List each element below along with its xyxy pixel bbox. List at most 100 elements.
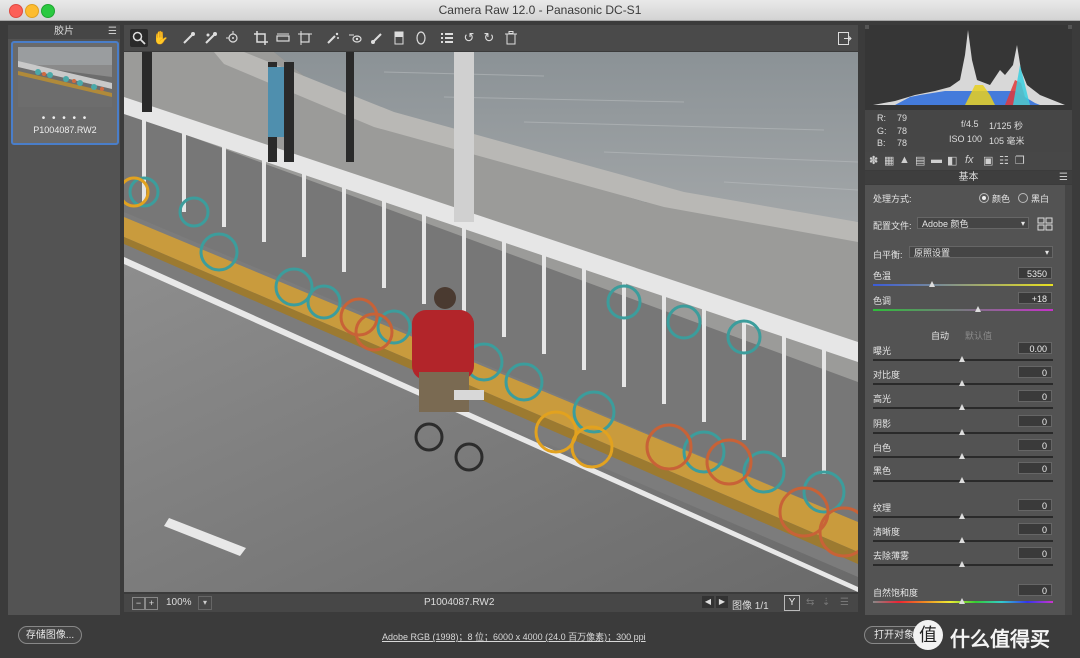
contrast-label: 对比度 <box>873 370 901 380</box>
thumbnail-rating[interactable]: • • • • • <box>13 113 117 124</box>
shutter-value: 1/125 秒 <box>989 121 1024 131</box>
hsl-tab-icon[interactable]: ▤ <box>915 154 925 167</box>
highlights-label: 高光 <box>873 394 892 404</box>
tint-value[interactable]: +18 <box>1018 292 1052 304</box>
profile-value: Adobe 颜色 <box>922 219 969 229</box>
effects-tab-icon[interactable]: fx <box>965 154 974 166</box>
spot-removal-icon[interactable] <box>324 29 342 47</box>
filmstrip-menu-icon[interactable]: ☰ <box>108 25 117 39</box>
clarity-slider-thumb[interactable] <box>959 537 965 543</box>
temperature-value[interactable]: 5350 <box>1018 267 1052 279</box>
adjustment-brush-icon[interactable] <box>368 29 386 47</box>
image-preview[interactable] <box>124 52 858 592</box>
rotate-right-icon[interactable]: ↻ <box>480 29 498 47</box>
auto-button[interactable]: 自动 <box>931 329 949 342</box>
shadows-value[interactable]: 0 <box>1018 415 1052 427</box>
tool-bar: ✋ ↺ ↻ <box>124 25 858 51</box>
transform-icon[interactable] <box>296 29 314 47</box>
treatment-color-radio[interactable] <box>979 193 989 203</box>
graduated-filter-icon[interactable] <box>390 29 408 47</box>
treatment-bw-label: 黑白 <box>1031 194 1050 204</box>
treatment-color-label: 颜色 <box>992 194 1011 204</box>
zoom-in-button[interactable]: + <box>145 597 158 610</box>
split-toning-tab-icon[interactable]: ▬ <box>931 154 942 166</box>
vibrance-slider-thumb[interactable] <box>959 598 965 604</box>
copy-settings-icon[interactable]: ⇣ <box>822 597 830 608</box>
tint-slider[interactable] <box>873 309 1053 311</box>
texture-value[interactable]: 0 <box>1018 499 1052 511</box>
panel-scrollbar[interactable] <box>1065 185 1072 615</box>
hand-icon[interactable]: ✋ <box>152 29 170 47</box>
white-balance-icon[interactable] <box>180 29 198 47</box>
next-image-button[interactable]: ▶ <box>716 596 728 608</box>
presets-list-icon[interactable] <box>438 29 456 47</box>
before-after-toggle[interactable]: Y <box>784 595 800 611</box>
temperature-slider[interactable] <box>873 284 1053 286</box>
clarity-value[interactable]: 0 <box>1018 523 1052 535</box>
snapshots-tab-icon[interactable]: ❐ <box>1015 154 1025 167</box>
panel-menu-icon[interactable]: ☰ <box>1059 171 1068 184</box>
filmstrip-thumbnail[interactable]: • • • • • P1004087.RW2 <box>11 41 119 145</box>
image-info: R: 79 G: 78 B: 78 f/4.5 1/125 秒 ISO 100 … <box>865 110 1072 152</box>
dehaze-slider-thumb[interactable] <box>959 561 965 567</box>
whites-label: 白色 <box>873 443 892 453</box>
highlights-value[interactable]: 0 <box>1018 390 1052 402</box>
zoom-out-button[interactable]: − <box>132 597 145 610</box>
toggle-fullscreen-icon[interactable] <box>836 29 854 47</box>
filmstrip-panel: 胶片 ☰ • • • • • P1004087.RW2 <box>8 25 120 615</box>
save-image-button[interactable]: 存储图像... <box>18 626 82 644</box>
tint-label: 色调 <box>873 296 892 306</box>
basic-tab-icon[interactable]: ✽ <box>869 154 878 167</box>
shadows-label: 阴影 <box>873 419 892 429</box>
workflow-options-link[interactable]: Adobe RGB (1998)；8 位；6000 x 4000 (24.0 百… <box>382 630 646 643</box>
contrast-value[interactable]: 0 <box>1018 366 1052 378</box>
shadows-slider-thumb[interactable] <box>959 429 965 435</box>
texture-label: 纹理 <box>873 503 892 513</box>
lens-tab-icon[interactable]: ◧ <box>947 154 957 167</box>
texture-slider-thumb[interactable] <box>959 513 965 519</box>
b-value: 78 <box>897 138 908 148</box>
profile-browser-icon[interactable] <box>1037 217 1053 231</box>
exposure-value[interactable]: 0.00 <box>1018 342 1052 354</box>
blacks-slider-thumb[interactable] <box>959 477 965 483</box>
straighten-icon[interactable] <box>274 29 292 47</box>
basic-panel: 处理方式: 颜色 黑白 配置文件: Adobe 颜色 ▾ 白平衡: 原照设置 ▾ 色… <box>865 185 1065 615</box>
trash-icon[interactable] <box>502 29 520 47</box>
color-sampler-icon[interactable] <box>202 29 220 47</box>
radial-filter-icon[interactable] <box>412 29 430 47</box>
whites-value[interactable]: 0 <box>1018 439 1052 451</box>
temperature-slider-thumb[interactable] <box>929 281 935 287</box>
blacks-value[interactable]: 0 <box>1018 462 1052 474</box>
default-button[interactable]: 默认值 <box>965 329 992 342</box>
g-label: G: <box>877 126 887 136</box>
tone-curve-tab-icon[interactable]: ▦ <box>884 154 894 167</box>
calibration-tab-icon[interactable]: ▣ <box>983 154 993 167</box>
highlights-slider-thumb[interactable] <box>959 404 965 410</box>
watermark-text: 什么值得买 <box>950 629 1050 651</box>
profile-dropdown[interactable]: Adobe 颜色 ▾ <box>917 217 1029 229</box>
toggle-default-icon[interactable]: ☰ <box>840 597 849 608</box>
dehaze-value[interactable]: 0 <box>1018 547 1052 559</box>
zoom-level: 100% <box>166 597 192 608</box>
white-balance-dropdown[interactable]: 原照设置 ▾ <box>909 246 1053 258</box>
treatment-bw-radio[interactable] <box>1018 193 1028 203</box>
exposure-label: 曝光 <box>873 346 892 356</box>
histogram <box>865 25 1072 110</box>
zoom-dropdown[interactable]: ▾ <box>198 596 212 610</box>
prev-image-button[interactable]: ◀ <box>702 596 714 608</box>
swap-settings-icon[interactable]: ⇆ <box>806 597 814 608</box>
vibrance-value[interactable]: 0 <box>1018 584 1052 596</box>
rotate-left-icon[interactable]: ↺ <box>460 29 478 47</box>
red-eye-icon[interactable] <box>346 29 364 47</box>
whites-slider-thumb[interactable] <box>959 453 965 459</box>
exposure-slider-thumb[interactable] <box>959 356 965 362</box>
vibrance-label: 自然饱和度 <box>873 588 919 598</box>
targeted-adjustment-icon[interactable] <box>224 29 242 47</box>
presets-tab-icon[interactable]: ☷ <box>999 154 1009 167</box>
crop-icon[interactable] <box>252 29 270 47</box>
zoom-icon[interactable] <box>130 29 148 47</box>
tint-slider-thumb[interactable] <box>975 306 981 312</box>
detail-tab-icon[interactable]: ▲ <box>899 154 910 166</box>
contrast-slider-thumb[interactable] <box>959 380 965 386</box>
canvas-status-bar: − + 100% ▾ P1004087.RW2 ◀ ▶ 图像 1/1 Y ⇆ ⇣… <box>124 594 858 612</box>
